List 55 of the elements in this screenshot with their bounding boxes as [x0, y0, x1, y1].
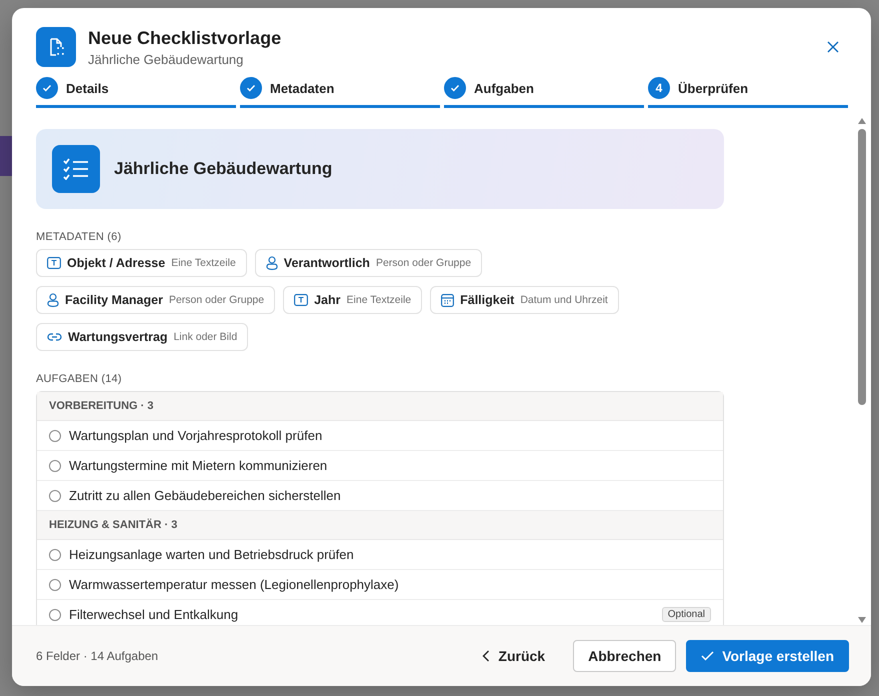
person-icon — [266, 256, 278, 270]
step-tab[interactable]: Aufgaben — [444, 77, 644, 108]
field-name: Jahr — [314, 293, 341, 307]
step-tab[interactable]: Metadaten — [240, 77, 440, 108]
field-type: Eine Textzeile — [171, 257, 236, 269]
calendar-icon — [441, 294, 454, 306]
group-header: HEIZUNG & SANITÄR · 3 — [37, 511, 723, 540]
field-type: Person oder Gruppe — [376, 257, 472, 269]
check-icon — [444, 77, 466, 99]
summary-title: Jährliche Gebäudewartung — [114, 159, 332, 179]
field-name: Verantwortlich — [284, 256, 370, 270]
chevron-icon — [482, 650, 490, 662]
cancel-button[interactable]: Abbrechen — [573, 640, 676, 672]
back-button[interactable]: Zurück — [468, 640, 560, 672]
scrollbar[interactable] — [856, 116, 868, 625]
link-icon — [47, 332, 62, 342]
field-type: Person oder Gruppe — [168, 294, 264, 306]
section-heading: AUFGABEN (14) — [36, 373, 123, 385]
person-icon — [47, 293, 59, 307]
task-checkbox[interactable] — [49, 460, 61, 472]
field-name: Wartungsvertrag — [68, 330, 168, 344]
task-checkbox[interactable] — [49, 608, 61, 620]
field-name: Fälligkeit — [460, 293, 514, 307]
checklist-icon — [52, 145, 100, 193]
field-type: Datum und Uhrzeit — [520, 294, 608, 306]
summary-text: 6 Felder · 14 Aufgaben — [36, 649, 158, 663]
field-name: Objekt / Adresse — [67, 256, 166, 270]
task-checkbox[interactable] — [49, 430, 61, 442]
dialog-subtitle: Jährliche Gebäudewartung — [88, 52, 244, 67]
text-field-icon — [47, 257, 61, 269]
step-tab[interactable]: 4 Überprüfen — [648, 77, 848, 108]
task-label: Zutritt zu allen Gebäudebereichen sicherstellen — [69, 488, 342, 503]
optional-badge: Optional — [662, 607, 711, 622]
field-type: Link oder Bild — [174, 331, 238, 343]
task-checkbox[interactable] — [49, 490, 61, 502]
task-label: Warmwassertemperatur messen (Legionellenprophylaxe) — [69, 577, 400, 592]
document-icon — [36, 26, 76, 66]
check-icon — [701, 651, 714, 661]
create-button[interactable]: Vorlage erstellen — [686, 640, 849, 672]
task-label: Wartungstermine mit Mietern kommunizieren — [69, 458, 328, 473]
check-icon — [240, 77, 262, 99]
task-label: Filterwechsel und Entkalkung — [69, 607, 240, 622]
task-label: Wartungsplan und Vorjahresprotokoll prüfen — [69, 428, 324, 443]
task-label: Heizungsanlage warten und Betriebsdruck prüfen — [69, 547, 355, 562]
field-name: Facility Manager — [65, 293, 163, 307]
step-number: 4 — [648, 77, 670, 99]
task-checkbox[interactable] — [49, 548, 61, 560]
field-type: Eine Textzeile — [346, 294, 412, 306]
text-field-icon — [294, 294, 308, 306]
step-tab[interactable]: Details — [36, 77, 236, 108]
check-icon — [36, 77, 58, 99]
task-checkbox[interactable] — [49, 578, 61, 590]
section-heading: METADATEN (6) — [36, 231, 122, 243]
group-header: VORBEREITUNG · 3 — [37, 392, 723, 421]
dialog-title: Neue Checklistvorlage — [88, 28, 282, 49]
